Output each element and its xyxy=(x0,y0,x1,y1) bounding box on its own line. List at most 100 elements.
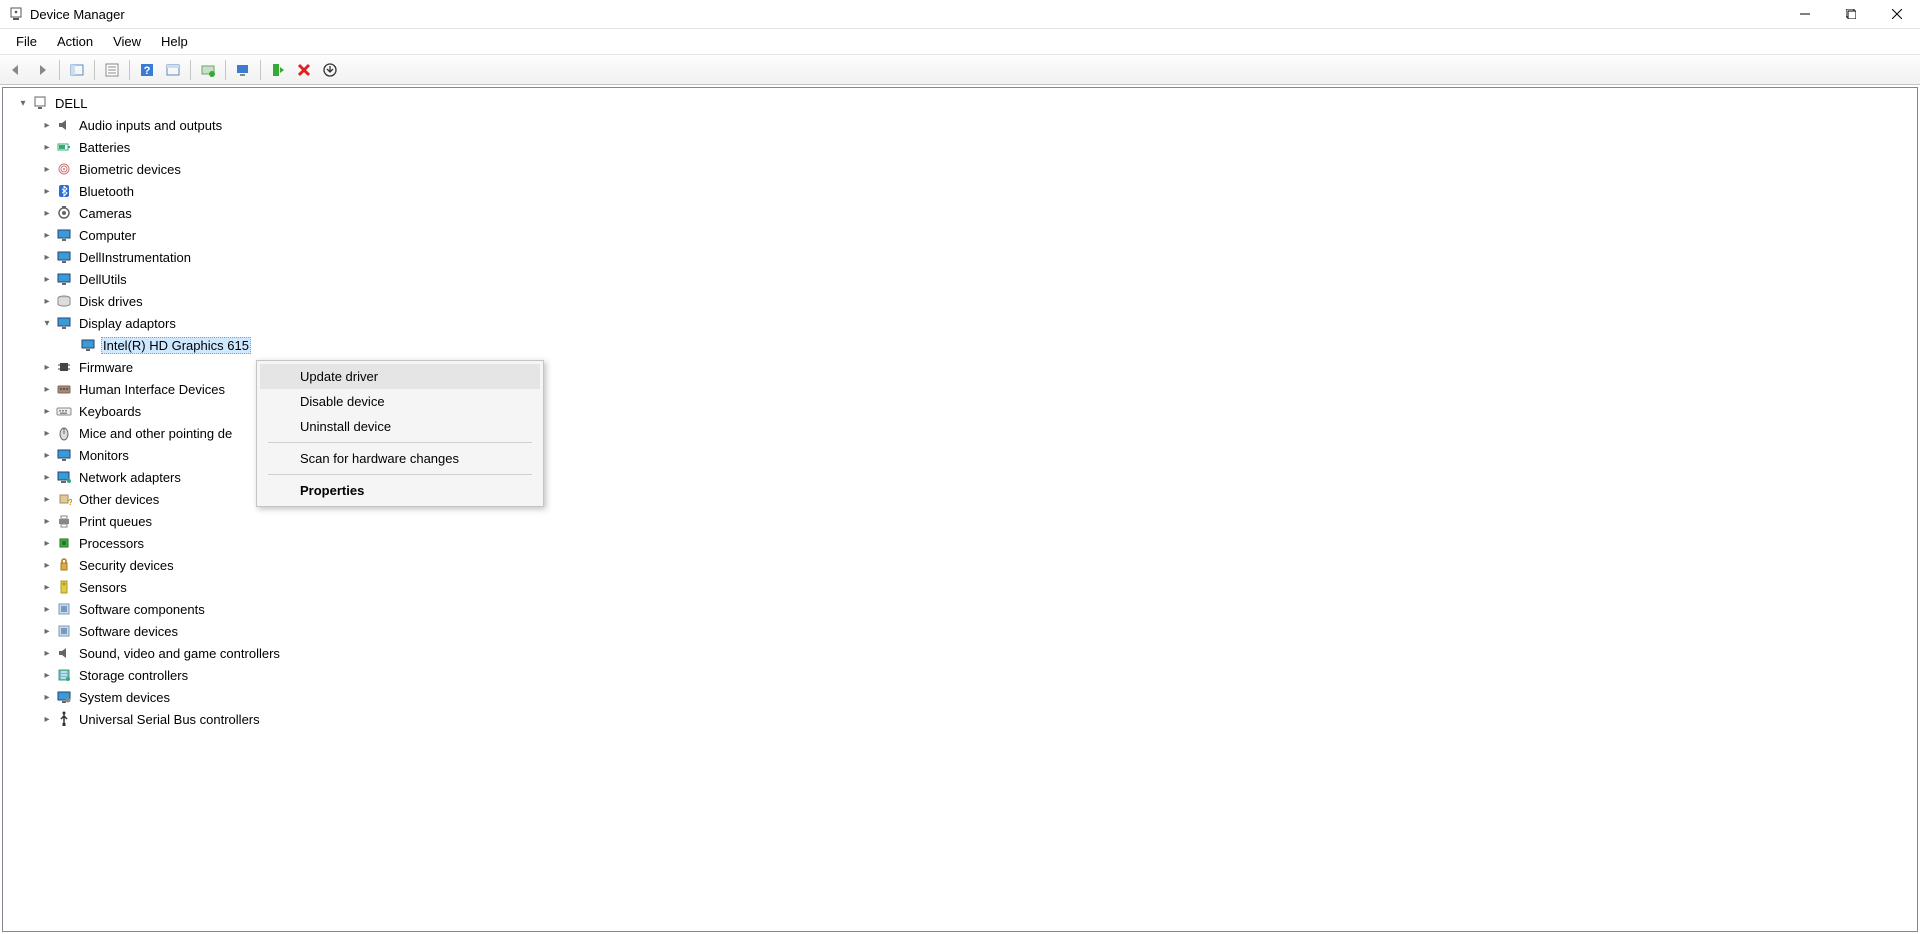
chevron-right-icon[interactable]: ▸ xyxy=(39,513,55,529)
context-menu-item[interactable]: Disable device xyxy=(260,389,540,414)
chevron-right-icon[interactable]: ▸ xyxy=(39,557,55,573)
chevron-right-icon[interactable]: ▸ xyxy=(39,139,55,155)
other-icon: ? xyxy=(55,490,73,508)
chevron-down-icon[interactable]: ▾ xyxy=(15,95,31,111)
tree-category[interactable]: ▸Processors xyxy=(3,532,1917,554)
chevron-right-icon[interactable]: ▸ xyxy=(39,689,55,705)
minimize-button[interactable] xyxy=(1782,0,1828,29)
tree-category[interactable]: ▸Security devices xyxy=(3,554,1917,576)
scan-hardware-button[interactable] xyxy=(231,58,255,82)
close-button[interactable] xyxy=(1874,0,1920,29)
tree-category-label: Batteries xyxy=(77,139,132,156)
chip-icon xyxy=(55,358,73,376)
menu-file[interactable]: File xyxy=(6,31,47,52)
chevron-right-icon[interactable]: ▸ xyxy=(39,535,55,551)
tree-category[interactable]: ▸Sound, video and game controllers xyxy=(3,642,1917,664)
help-button[interactable]: ? xyxy=(135,58,159,82)
chevron-right-icon[interactable]: ▸ xyxy=(39,491,55,507)
tree-category[interactable]: ▸ Batteries xyxy=(3,136,1917,158)
tree-category[interactable]: ▸ Universal Serial Bus controllers xyxy=(3,708,1917,730)
chevron-right-icon[interactable]: ▸ xyxy=(39,117,55,133)
chevron-right-icon[interactable]: ▸ xyxy=(39,293,55,309)
tree-category[interactable]: ▸Cameras xyxy=(3,202,1917,224)
tree-category[interactable]: ▸Bluetooth xyxy=(3,180,1917,202)
device-tree-panel[interactable]: ▾DELL▸Audio inputs and outputs▸Batteries… xyxy=(2,87,1918,932)
tree-category-label: DellInstrumentation xyxy=(77,249,193,266)
tree-category[interactable]: ▸ Computer xyxy=(3,224,1917,246)
tree-root[interactable]: ▾ DELL xyxy=(3,92,1917,114)
chevron-right-icon[interactable]: ▸ xyxy=(39,205,55,221)
enable-device-button[interactable] xyxy=(266,58,290,82)
monitor-icon xyxy=(55,270,73,288)
tree-category[interactable]: ▸Software components xyxy=(3,598,1917,620)
menu-help[interactable]: Help xyxy=(151,31,198,52)
tree-category[interactable]: ▸ DellInstrumentation xyxy=(3,246,1917,268)
tree-category[interactable]: ▸Software devices xyxy=(3,620,1917,642)
update-driver-button[interactable] xyxy=(196,58,220,82)
monitor-icon xyxy=(55,314,73,332)
chevron-right-icon[interactable]: ▸ xyxy=(39,447,55,463)
chevron-right-icon[interactable]: ▸ xyxy=(39,469,55,485)
maximize-button[interactable] xyxy=(1828,0,1874,29)
chevron-right-icon[interactable]: ▸ xyxy=(39,579,55,595)
chevron-right-icon[interactable]: ▸ xyxy=(39,249,55,265)
tree-category[interactable]: ▸DellUtils xyxy=(3,268,1917,290)
monitor-icon xyxy=(79,336,97,354)
chevron-right-icon[interactable]: ▸ xyxy=(39,711,55,727)
chevron-right-icon[interactable]: ▸ xyxy=(39,271,55,287)
chevron-right-icon[interactable]: ▸ xyxy=(39,359,55,375)
keyboard-icon xyxy=(55,402,73,420)
tree-category[interactable]: ▸Storage controllers xyxy=(3,664,1917,686)
action-button[interactable] xyxy=(161,58,185,82)
context-menu-item[interactable]: Update driver xyxy=(260,364,540,389)
tree-category[interactable]: ▸ Biometric devices xyxy=(3,158,1917,180)
tree-category[interactable]: ▸ Print queues xyxy=(3,510,1917,532)
uninstall-device-button[interactable] xyxy=(318,58,342,82)
chevron-right-icon[interactable]: ▸ xyxy=(39,183,55,199)
chevron-right-icon[interactable]: ▸ xyxy=(39,667,55,683)
chevron-right-icon[interactable]: ▸ xyxy=(39,601,55,617)
context-menu-separator xyxy=(268,474,532,475)
properties-button[interactable] xyxy=(100,58,124,82)
context-menu-item[interactable]: Scan for hardware changes xyxy=(260,446,540,471)
tree-category[interactable]: ▸System devices xyxy=(3,686,1917,708)
hid-icon xyxy=(55,380,73,398)
tree-category-label: Keyboards xyxy=(77,403,143,420)
system-icon xyxy=(55,688,73,706)
chevron-right-icon[interactable]: ▸ xyxy=(39,161,55,177)
menubar: File Action View Help xyxy=(0,29,1920,55)
context-menu-item[interactable]: Uninstall device xyxy=(260,414,540,439)
tree-category-label: Display adaptors xyxy=(77,315,178,332)
tree-category-label: Disk drives xyxy=(77,293,145,310)
back-button[interactable] xyxy=(4,58,28,82)
tree-category-label: Computer xyxy=(77,227,138,244)
tree-root-label: DELL xyxy=(53,95,90,112)
monitor-icon xyxy=(55,248,73,266)
titlebar: Device Manager xyxy=(0,0,1920,29)
app-icon xyxy=(8,6,24,22)
tree-category[interactable]: ▸Audio inputs and outputs xyxy=(3,114,1917,136)
chevron-right-icon[interactable]: ▸ xyxy=(39,645,55,661)
tree-device[interactable]: Intel(R) HD Graphics 615 xyxy=(3,334,1917,356)
context-menu-item[interactable]: Properties xyxy=(260,478,540,503)
chevron-right-icon[interactable]: ▸ xyxy=(39,623,55,639)
tree-category-label: Biometric devices xyxy=(77,161,183,178)
tree-category-label: Print queues xyxy=(77,513,154,530)
tree-category[interactable]: ▸ Disk drives xyxy=(3,290,1917,312)
menu-view[interactable]: View xyxy=(103,31,151,52)
show-hide-tree-button[interactable] xyxy=(65,58,89,82)
sensor-icon xyxy=(55,578,73,596)
chevron-down-icon[interactable]: ▾ xyxy=(39,315,55,331)
chevron-right-icon[interactable]: ▸ xyxy=(39,425,55,441)
tree-category[interactable]: ▸Sensors xyxy=(3,576,1917,598)
disable-device-button[interactable] xyxy=(292,58,316,82)
menu-action[interactable]: Action xyxy=(47,31,103,52)
tree-category-label: Universal Serial Bus controllers xyxy=(77,711,262,728)
tree-category-label: Human Interface Devices xyxy=(77,381,227,398)
forward-button[interactable] xyxy=(30,58,54,82)
chevron-right-icon[interactable]: ▸ xyxy=(39,381,55,397)
svg-text:?: ? xyxy=(144,65,151,77)
tree-category[interactable]: ▾ Display adaptors xyxy=(3,312,1917,334)
chevron-right-icon[interactable]: ▸ xyxy=(39,227,55,243)
chevron-right-icon[interactable]: ▸ xyxy=(39,403,55,419)
